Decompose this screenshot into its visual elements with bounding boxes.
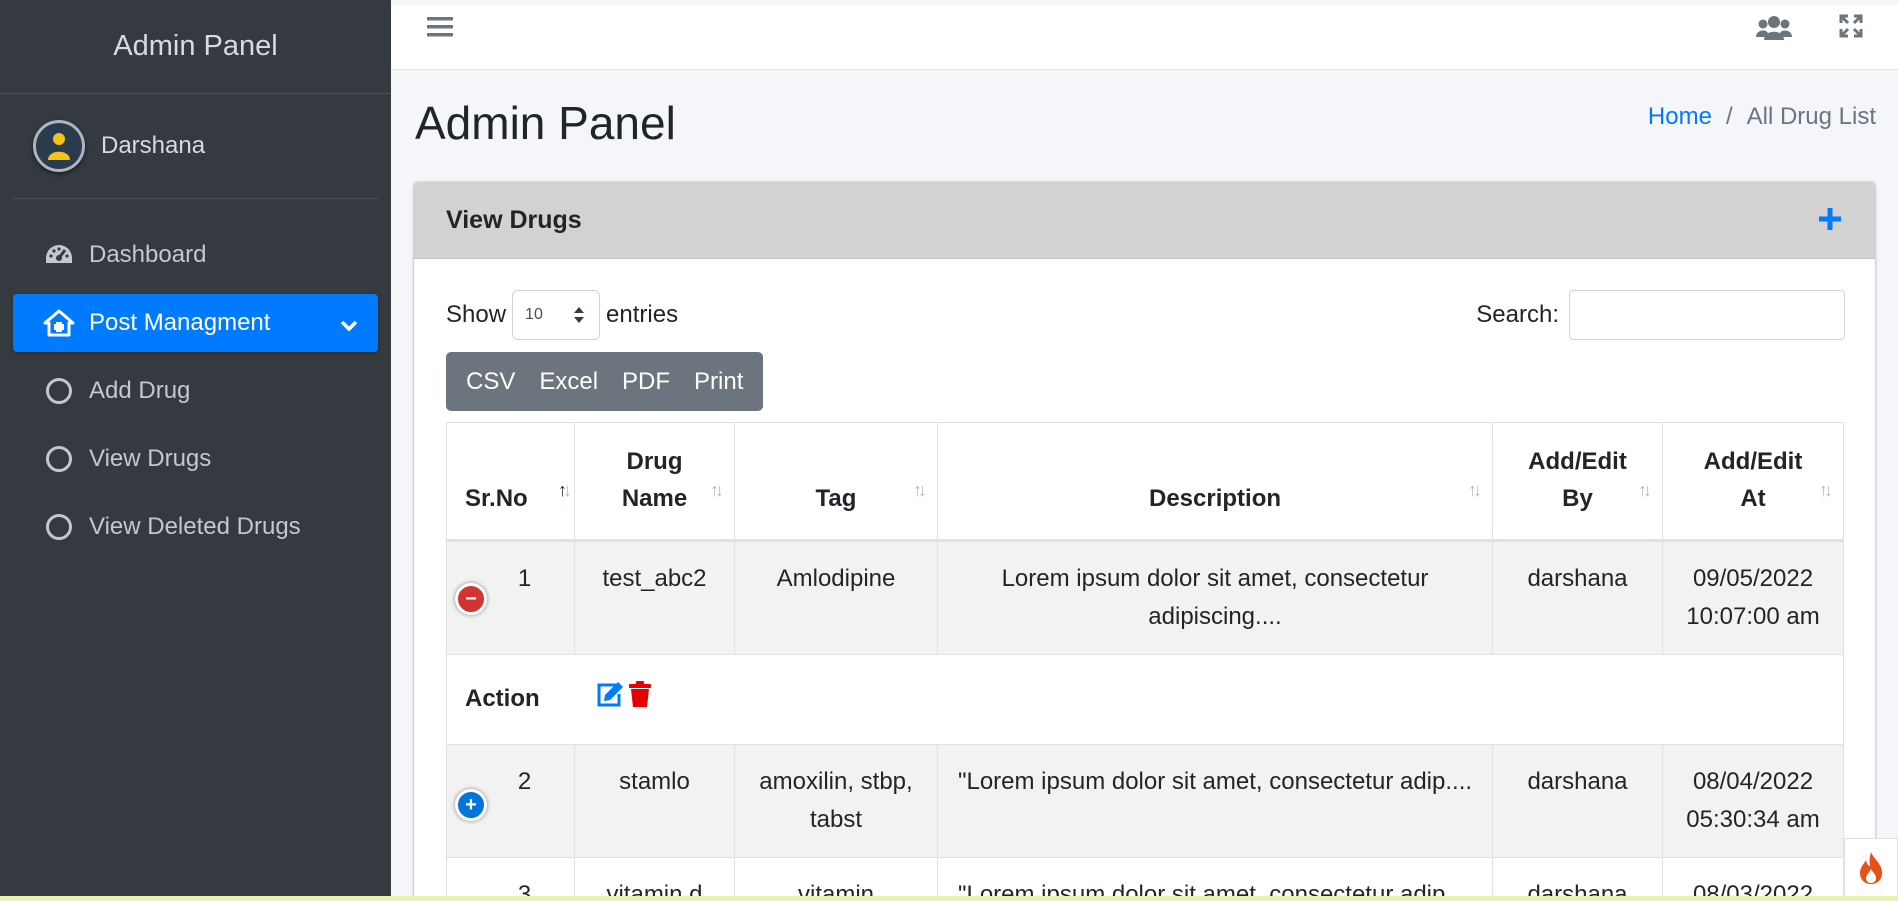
sort-icon: ↑↓	[913, 480, 927, 500]
tachometer-icon	[43, 241, 75, 269]
drugs-card: View Drugs Show 10 entries Search: CSV E…	[414, 182, 1875, 901]
cell-tag: Amlodipine	[734, 540, 938, 655]
column-header-add-edit-at[interactable]: Add/Edit At ↑↓	[1662, 422, 1844, 541]
breadcrumb-home-link[interactable]: Home	[1648, 103, 1712, 131]
expand-icon[interactable]	[1838, 13, 1864, 44]
cell-srno: 3	[446, 857, 575, 901]
sidebar-item-label: View Deleted Drugs	[89, 513, 301, 540]
action-label: Action	[465, 685, 540, 713]
table-row: + 2 stamlo amoxilin, stbp, tabst "Lorem …	[446, 744, 1844, 858]
sidebar-item-dashboard[interactable]: Dashboard	[13, 226, 378, 284]
row-details: Action	[446, 654, 1844, 745]
cell-add-edit-by: darshana	[1492, 857, 1663, 901]
search-control: Search:	[1476, 290, 1845, 340]
card-header: View Drugs	[414, 182, 1875, 259]
sidebar: Admin Panel Darshana Dashboard Post Mana…	[0, 0, 391, 901]
cell-description: Lorem ipsum dolor sit amet, consectetur …	[937, 540, 1493, 655]
sidebar-item-view-drugs[interactable]: View Drugs	[13, 430, 378, 488]
sort-icon: ↑↓	[1468, 480, 1482, 500]
show-label: Show	[446, 301, 507, 328]
column-header-srno[interactable]: Sr.No ↑↓	[446, 422, 575, 541]
sidebar-item-label: Post Managment	[89, 309, 271, 336]
brand-title[interactable]: Admin Panel	[0, 0, 391, 94]
length-control: Show 10 entries	[446, 290, 678, 340]
table-row: − 1 test_abc2 Amlodipine Lorem ipsum dol…	[446, 540, 1844, 655]
edit-icon[interactable]	[596, 681, 624, 719]
excel-button[interactable]: Excel	[527, 352, 610, 411]
cell-srno: + 2	[446, 744, 575, 858]
home-icon	[43, 309, 75, 337]
breadcrumb-current: All Drug List	[1746, 103, 1876, 130]
cell-drug-name: vitamin d	[574, 857, 735, 901]
csv-button[interactable]: CSV	[454, 352, 527, 411]
sidebar-item-label: Add Drug	[89, 377, 191, 404]
sort-icon: ↑↓	[1819, 480, 1833, 500]
sort-icon: ↑↓	[1638, 480, 1652, 500]
cell-description: "Lorem ipsum dolor sit amet, consectetur…	[937, 744, 1493, 858]
users-icon[interactable]	[1756, 14, 1792, 47]
plus-icon[interactable]	[1815, 204, 1845, 234]
table-header-row: Sr.No ↑↓ Drug Name ↑↓ Tag ↑↓ Description…	[446, 422, 1844, 541]
flame-icon[interactable]	[1844, 838, 1898, 898]
pdf-button[interactable]: PDF	[610, 352, 682, 411]
column-header-description[interactable]: Description ↑↓	[937, 422, 1493, 541]
column-header-tag[interactable]: Tag ↑↓	[734, 422, 938, 541]
entries-label: entries	[606, 301, 679, 328]
chevron-down-icon	[340, 312, 358, 340]
export-button-group: CSV Excel PDF Print	[446, 352, 764, 411]
sidebar-nav: Dashboard Post Managment Add Drug View D…	[0, 199, 391, 556]
user-icon	[48, 133, 70, 160]
cell-description: "Lorem ipsum dolor sit amet, consectetur…	[937, 857, 1493, 901]
topbar	[391, 5, 1898, 70]
column-header-drug-name[interactable]: Drug Name ↑↓	[574, 422, 735, 541]
cell-add-edit-at: 09/05/2022 10:07:00 am	[1662, 540, 1844, 655]
cell-drug-name: test_abc2	[574, 540, 735, 655]
cell-add-edit-at: 08/04/2022 05:30:34 am	[1662, 744, 1844, 858]
circle-icon	[46, 378, 72, 404]
drugs-table: Sr.No ↑↓ Drug Name ↑↓ Tag ↑↓ Description…	[446, 422, 1844, 901]
user-name[interactable]: Darshana	[101, 132, 205, 160]
table-row: 3 vitamin d vitamin "Lorem ipsum dolor s…	[446, 857, 1844, 901]
cell-drug-name: stamlo	[574, 744, 735, 858]
breadcrumb-separator: /	[1725, 103, 1733, 130]
circle-icon	[46, 514, 72, 540]
hamburger-icon[interactable]	[427, 13, 453, 45]
sidebar-item-label: View Drugs	[89, 445, 212, 472]
cell-srno: − 1	[446, 540, 575, 655]
collapse-row-icon[interactable]: −	[455, 583, 487, 615]
entries-value: 10	[525, 306, 543, 323]
cell-add-edit-by: darshana	[1492, 744, 1663, 858]
search-label: Search:	[1476, 301, 1559, 328]
user-panel[interactable]: Darshana	[13, 94, 378, 199]
trash-icon[interactable]	[628, 680, 652, 719]
entries-select[interactable]: 10	[512, 290, 601, 340]
print-button[interactable]: Print	[682, 352, 755, 411]
cell-tag: amoxilin, stbp, tabst	[734, 744, 938, 858]
sidebar-item-post-managment[interactable]: Post Managment	[13, 294, 378, 352]
sidebar-item-label: Dashboard	[89, 241, 207, 268]
cell-tag: vitamin	[734, 857, 938, 901]
row-actions-cell: Action	[446, 654, 1844, 745]
sort-arrows-icon	[573, 305, 585, 330]
expand-row-icon[interactable]: +	[455, 789, 487, 821]
breadcrumb: Home / All Drug List	[1648, 103, 1876, 131]
search-input[interactable]	[1569, 290, 1845, 340]
bottom-strip	[0, 896, 1898, 901]
sidebar-item-view-deleted-drugs[interactable]: View Deleted Drugs	[13, 498, 378, 556]
avatar[interactable]	[33, 120, 85, 172]
cell-add-edit-by: darshana	[1492, 540, 1663, 655]
cell-add-edit-at: 08/03/2022	[1662, 857, 1844, 901]
card-title: View Drugs	[446, 205, 582, 234]
sidebar-item-add-drug[interactable]: Add Drug	[13, 362, 378, 420]
sort-asc-icon: ↑↓	[558, 480, 572, 500]
circle-icon	[46, 446, 72, 472]
page-title: Admin Panel	[415, 97, 676, 149]
sort-icon: ↑↓	[710, 480, 724, 500]
column-header-add-edit-by[interactable]: Add/Edit By ↑↓	[1492, 422, 1663, 541]
